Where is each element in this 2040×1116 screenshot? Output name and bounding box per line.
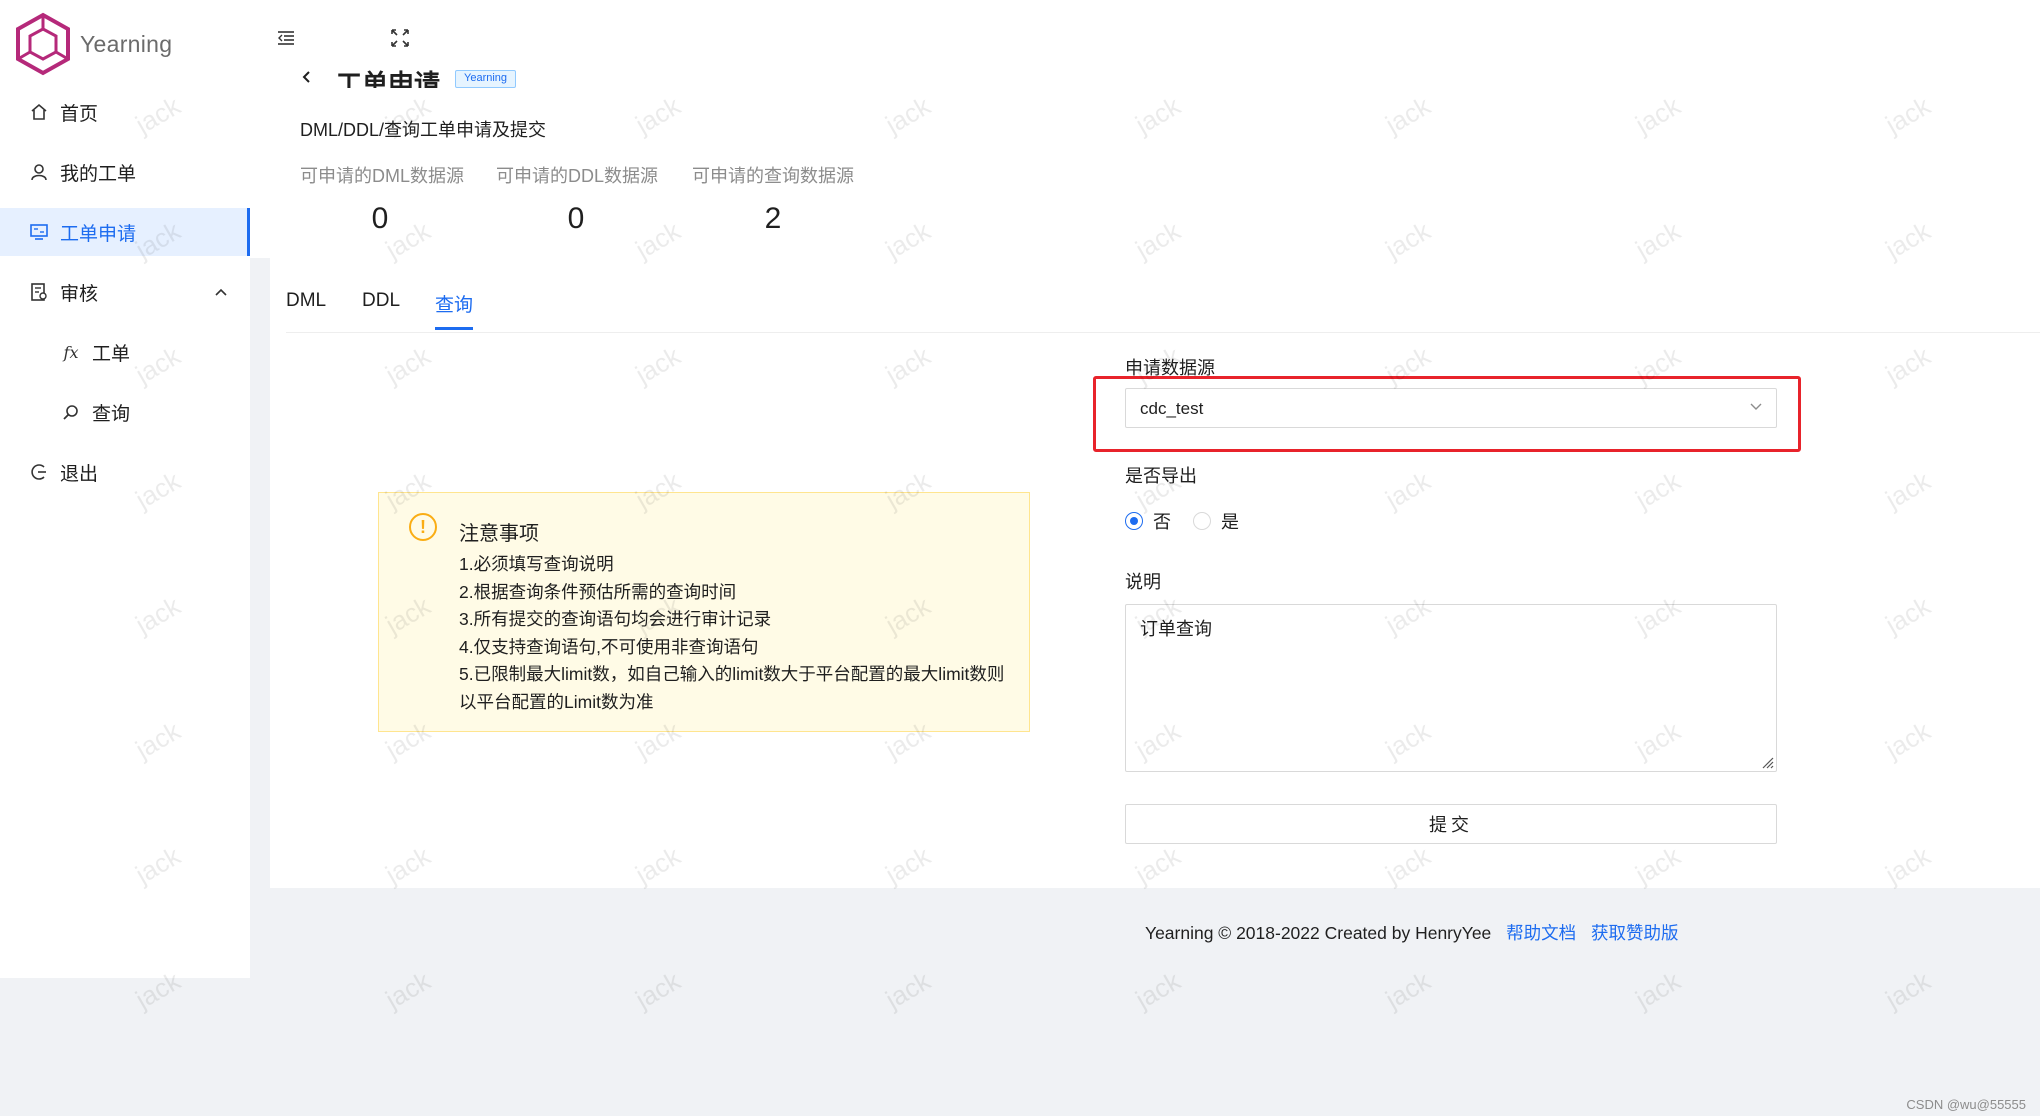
- warning-icon: !: [409, 513, 437, 541]
- watermark: jack: [630, 965, 686, 1015]
- logout-icon: [28, 463, 50, 481]
- main-content: DML DDL 查询 ! 注意事项 1.必须填写查询说明 2.根据查询条件预估所…: [270, 258, 2040, 888]
- top-bar: [250, 0, 2040, 78]
- app-logo[interactable]: Yearning: [14, 12, 172, 76]
- sidebar-menu: 首页 我的工单 工单申请 审核 fx 工单 查询 退出: [0, 88, 250, 508]
- notice-line: 3.所有提交的查询语句均会进行审计记录: [459, 609, 772, 629]
- footer: Yearning © 2018-2022 Created by HenryYee…: [1145, 920, 1679, 945]
- notice-line: 2.根据查询条件预估所需的查询时间: [459, 581, 737, 602]
- datasource-label: 申请数据源: [1125, 358, 1215, 378]
- stat-query: 可申请的查询数据源 2: [688, 162, 858, 236]
- query-apply-form: 申请数据源 cdc_test 是否导出 否 是 说明 订单查询 提交: [1093, 258, 2025, 858]
- page-subtitle: DML/DDL/查询工单申请及提交: [300, 120, 547, 140]
- resize-handle-icon[interactable]: [1760, 755, 1774, 769]
- page-header: 工单申请 Yearning DML/DDL/查询工单申请及提交 可申请的DML数…: [250, 69, 2040, 258]
- yearning-logo-icon: [16, 12, 70, 76]
- page-title: 工单申请: [336, 69, 441, 88]
- sidebar-item-audit-orders[interactable]: fx 工单: [0, 328, 250, 376]
- notice-alert: ! 注意事项 1.必须填写查询说明 2.根据查询条件预估所需的查询时间 3.所有…: [378, 492, 1030, 732]
- export-label: 是否导出: [1125, 466, 1197, 486]
- description-textarea[interactable]: 订单查询: [1125, 604, 1777, 772]
- footer-copyright: Yearning © 2018-2022 Created by HenryYee: [1145, 923, 1492, 943]
- stat-label: 可申请的查询数据源: [692, 166, 854, 186]
- description-label: 说明: [1125, 572, 1161, 592]
- radio-label: 否: [1153, 512, 1171, 532]
- version-tag: Yearning: [455, 70, 517, 88]
- notice-line: 5.已限制最大limit数，如自己输入的limit数大于平台配置的最大limit…: [459, 664, 1005, 712]
- audit-icon: [28, 283, 50, 301]
- stat-value: 2: [764, 202, 782, 235]
- tab-query[interactable]: 查询: [435, 290, 474, 330]
- watermark: jack: [1880, 965, 1936, 1015]
- tab-dml[interactable]: DML: [286, 290, 326, 330]
- sidebar: Yearning 首页 我的工单 工单申请 审核 fx 工单 查询 退出: [0, 0, 250, 978]
- sidebar-item-logout[interactable]: 退出: [0, 448, 250, 496]
- stat-ddl: 可申请的DDL数据源 0: [496, 162, 659, 236]
- watermark: jack: [1130, 965, 1186, 1015]
- app-name: Yearning: [80, 30, 173, 57]
- datasource-value: cdc_test: [1140, 399, 1204, 418]
- description-value: 订单查询: [1140, 619, 1212, 639]
- radio-circle: [1125, 512, 1143, 530]
- sidebar-item-my-orders[interactable]: 我的工单: [0, 148, 250, 196]
- sidebar-item-label: 工单: [92, 343, 131, 365]
- datasource-select[interactable]: cdc_test: [1125, 388, 1777, 428]
- fullscreen-icon[interactable]: [388, 26, 412, 50]
- sidebar-item-audit[interactable]: 审核: [0, 268, 250, 316]
- sidebar-item-order-apply[interactable]: 工单申请: [0, 208, 250, 256]
- watermark: jack: [880, 965, 936, 1015]
- sidebar-item-label: 退出: [60, 463, 99, 485]
- user-icon: [28, 163, 50, 181]
- back-arrow-icon[interactable]: [300, 68, 314, 89]
- home-icon: [28, 103, 50, 121]
- csdn-credit: CSDN @wu@55555: [1906, 1097, 2026, 1112]
- watermark: jack: [1630, 965, 1686, 1015]
- notice-line: 1.必须填写查询说明: [459, 554, 614, 574]
- sidebar-item-home[interactable]: 首页: [0, 88, 250, 136]
- stat-dml: 可申请的DML数据源 0: [300, 162, 465, 236]
- sidebar-item-label: 首页: [60, 103, 99, 125]
- radio-label: 是: [1221, 512, 1239, 532]
- menu-fold-icon[interactable]: [274, 26, 298, 50]
- tab-ddl[interactable]: DDL: [362, 290, 400, 330]
- function-icon: fx: [63, 342, 79, 362]
- sidebar-item-label: 工单申请: [60, 223, 137, 245]
- export-radio-no[interactable]: 否: [1125, 508, 1171, 534]
- sidebar-item-label: 审核: [60, 283, 99, 305]
- watermark: jack: [1380, 965, 1436, 1015]
- stat-label: 可申请的DDL数据源: [496, 166, 659, 186]
- watermark: jack: [380, 965, 436, 1015]
- chevron-up-icon[interactable]: [214, 284, 228, 300]
- help-docs-link[interactable]: 帮助文档: [1506, 923, 1576, 943]
- stat-value: 0: [371, 202, 389, 235]
- notice-body: 1.必须填写查询说明 2.根据查询条件预估所需的查询时间 3.所有提交的查询语句…: [459, 551, 1014, 716]
- sidebar-item-audit-query[interactable]: 查询: [0, 388, 250, 436]
- monitor-icon: [28, 223, 50, 241]
- notice-line: 4.仅支持查询语句,不可使用非查询语句: [459, 636, 759, 657]
- sponsor-link[interactable]: 获取赞助版: [1591, 923, 1679, 943]
- submit-button[interactable]: 提交: [1125, 804, 1777, 844]
- radio-circle: [1193, 512, 1211, 530]
- sidebar-item-label: 我的工单: [60, 163, 137, 185]
- search-icon: [60, 403, 82, 421]
- stat-value: 0: [567, 202, 585, 235]
- sidebar-item-label: 查询: [92, 403, 131, 425]
- notice-title: 注意事项: [459, 523, 539, 545]
- export-radio-yes[interactable]: 是: [1193, 508, 1239, 534]
- stat-label: 可申请的DML数据源: [300, 166, 465, 186]
- chevron-down-icon: [1748, 398, 1764, 414]
